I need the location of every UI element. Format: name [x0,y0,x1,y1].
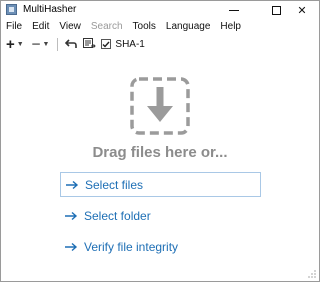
close-icon: ✕ [297,4,307,17]
minimize-button[interactable] [217,1,251,19]
chevron-down-icon: ▼ [42,40,50,48]
menu-view[interactable]: View [54,19,86,34]
menu-help[interactable]: Help [215,19,246,34]
sha1-checkbox[interactable] [101,39,112,49]
menu-tools[interactable]: Tools [128,19,161,34]
menu-search[interactable]: Search [86,19,128,34]
verify-integrity-label: Verify file integrity [84,239,179,254]
sha1-label[interactable]: SHA-1 [115,39,144,50]
undo-arrow-icon [65,39,78,48]
toolbar-divider [57,37,59,51]
menu-edit[interactable]: Edit [27,19,54,34]
minimize-icon [229,9,239,11]
close-button[interactable]: ✕ [285,1,319,19]
drop-zone-text: Drag files here or... [92,144,228,161]
app-window: MultiHasher ✕ File Edit View Search Tool… [0,0,320,282]
select-files-label: Select files [85,177,144,192]
arrow-right-icon [65,180,81,190]
chevron-down-icon: ▼ [16,40,24,48]
back-button[interactable] [64,37,78,51]
menu-file[interactable]: File [1,19,27,34]
checkmark-icon [102,41,110,48]
hash-list-button[interactable] [82,37,96,51]
verify-integrity-link[interactable]: Verify file integrity [60,234,261,259]
maximize-icon [271,5,281,15]
toolbar: + ▼ − ▼ SHA-1 [1,35,319,53]
app-logo-icon [6,4,17,15]
title-bar: MultiHasher ✕ [1,1,319,19]
menu-bar: File Edit View Search Tools Language Hel… [1,19,319,34]
window-title: MultiHasher [23,4,77,15]
add-button[interactable]: + ▼ [1,35,26,53]
select-folder-label: Select folder [84,208,151,223]
arrow-right-icon [64,242,80,252]
download-arrow-icon [130,77,190,135]
plus-icon: + [6,35,15,53]
select-folder-link[interactable]: Select folder [60,203,261,228]
arrow-right-icon [64,211,80,221]
menu-language[interactable]: Language [161,19,216,34]
minus-icon: − [31,35,41,53]
hash-list-icon [82,38,96,48]
resize-grip-icon[interactable] [307,269,317,279]
select-files-link[interactable]: Select files [60,172,261,197]
remove-button[interactable]: − ▼ [26,35,52,53]
